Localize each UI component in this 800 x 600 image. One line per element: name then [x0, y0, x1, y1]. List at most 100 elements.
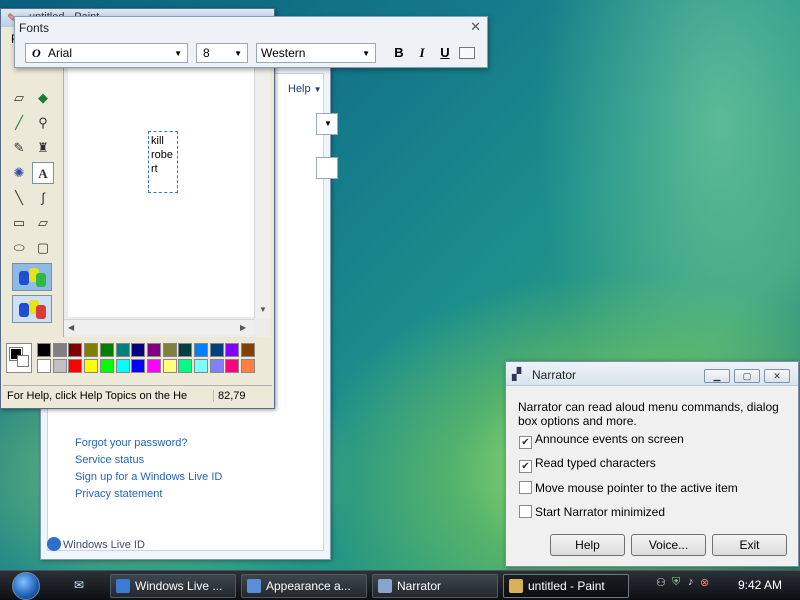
color-swatch[interactable]	[146, 343, 161, 357]
live-input-field[interactable]	[316, 157, 338, 179]
color-swatch[interactable]	[194, 359, 208, 373]
task-narrator[interactable]: Narrator	[372, 574, 498, 598]
network-icon[interactable]: ⚇	[656, 576, 666, 589]
voice-button[interactable]: Voice...	[631, 534, 706, 556]
minimize-button[interactable]: ▁	[704, 369, 730, 383]
task-paint[interactable]: untitled - Paint	[503, 574, 629, 598]
color-swatch[interactable]	[37, 359, 51, 373]
opaque-mode-icon[interactable]	[12, 263, 52, 291]
canvas-area: kill robe rt ▼ ◀ ▶	[63, 61, 270, 337]
color-swatch[interactable]	[68, 359, 83, 373]
task-label: Appearance a...	[266, 579, 351, 593]
color-picker-icon[interactable]: ╱	[8, 112, 30, 134]
narrator-titlebar[interactable]: ▞ Narrator ▁ ▢ ✕	[506, 362, 798, 386]
checkbox[interactable]: ✔	[519, 436, 532, 449]
volume-icon[interactable]: ♪	[688, 576, 694, 588]
checkbox[interactable]	[519, 481, 532, 494]
color-swatch[interactable]	[52, 359, 67, 373]
script-select[interactable]: Western ▼	[256, 43, 376, 63]
color-swatch[interactable]	[241, 343, 256, 357]
color-swatch[interactable]	[225, 343, 240, 357]
color-swatch[interactable]	[84, 359, 99, 373]
color-swatch[interactable]	[99, 343, 114, 357]
color-swatch[interactable]	[99, 359, 114, 373]
close-button[interactable]: ✕	[764, 369, 790, 383]
rounded-rect-tool-icon[interactable]: ▢	[32, 237, 54, 259]
airbrush-icon[interactable]: ✺	[8, 162, 30, 184]
forgot-password-link[interactable]: Forgot your password?	[75, 437, 188, 449]
color-swatch[interactable]	[241, 359, 256, 373]
option-move-mouse-pointer[interactable]: Move mouse pointer to the active item	[519, 481, 738, 495]
pencil-icon[interactable]: ✎	[8, 137, 30, 159]
option-announce-events[interactable]: ✔ Announce events on screen	[519, 432, 684, 449]
color-swatch[interactable]	[162, 343, 177, 357]
quick-launch-icon[interactable]: ✉	[74, 578, 84, 592]
mode-shape-green	[36, 273, 46, 287]
scroll-right-icon[interactable]: ▶	[240, 323, 246, 332]
vertical-scrollbar[interactable]: ▼	[254, 61, 270, 319]
narrator-help-button[interactable]: Help	[550, 534, 625, 556]
canvas-text-box[interactable]: kill robe rt	[148, 131, 178, 193]
font-size-select[interactable]: 8 ▼	[196, 43, 248, 63]
font-name-select[interactable]: O Arial ▼	[25, 43, 188, 63]
windows-live-id-logo: Windows Live ID	[47, 537, 145, 551]
option-start-minimized[interactable]: Start Narrator minimized	[519, 505, 665, 519]
color-swatch[interactable]	[115, 359, 130, 373]
eraser-icon[interactable]: ▱	[8, 87, 30, 109]
color-swatch[interactable]	[209, 359, 224, 373]
curve-tool-icon[interactable]: ∫	[32, 187, 54, 209]
brush-icon[interactable]: ♜	[32, 137, 54, 159]
close-icon[interactable]: ✕	[470, 19, 481, 35]
color-swatch[interactable]	[115, 343, 130, 357]
line-tool-icon[interactable]: ╲	[8, 187, 30, 209]
warning-icon[interactable]: ⊗	[700, 576, 709, 589]
scroll-down-icon[interactable]: ▼	[259, 305, 267, 314]
horizontal-scrollbar[interactable]: ◀ ▶	[64, 319, 254, 335]
color-swatch[interactable]	[178, 359, 193, 373]
magnifier-icon[interactable]: ⚲	[32, 112, 54, 134]
color-swatch[interactable]	[194, 343, 208, 357]
color-swatch[interactable]	[131, 343, 146, 357]
color-swatch[interactable]	[37, 343, 51, 357]
color-swatch[interactable]	[68, 343, 83, 357]
color-swatch[interactable]	[131, 359, 146, 373]
bold-button[interactable]: B	[389, 44, 409, 62]
task-appearance[interactable]: Appearance a...	[241, 574, 367, 598]
checkbox[interactable]: ✔	[519, 460, 532, 473]
live-help-menu[interactable]: Help ▼	[288, 83, 322, 95]
drawing-canvas[interactable]: kill robe rt	[68, 61, 254, 317]
sign-up-link[interactable]: Sign up for a Windows Live ID	[75, 471, 222, 483]
start-button[interactable]	[12, 572, 40, 600]
service-status-link[interactable]: Service status	[75, 454, 144, 466]
color-swatch[interactable]	[225, 359, 240, 373]
restore-button[interactable]: ▢	[734, 369, 760, 383]
transparent-mode-icon[interactable]	[12, 295, 52, 323]
opentype-font-icon: O	[32, 46, 41, 60]
vertical-text-icon[interactable]	[459, 47, 475, 59]
scroll-left-icon[interactable]: ◀	[68, 323, 74, 332]
color-swatch[interactable]	[146, 359, 161, 373]
color-swatch[interactable]	[162, 359, 177, 373]
color-swatch[interactable]	[209, 343, 224, 357]
privacy-statement-link[interactable]: Privacy statement	[75, 488, 162, 500]
color-swatch[interactable]	[52, 343, 67, 357]
text-tool-icon[interactable]: A	[32, 162, 54, 184]
color-swatch[interactable]	[84, 343, 99, 357]
ellipse-tool-icon[interactable]: ⬭	[8, 237, 30, 259]
exit-button[interactable]: Exit	[712, 534, 787, 556]
live-dropdown[interactable]: ▼	[316, 113, 338, 135]
checkbox[interactable]	[519, 505, 532, 518]
security-icon[interactable]: ⛨	[672, 576, 680, 589]
polygon-tool-icon[interactable]: ▱	[32, 212, 54, 234]
chevron-down-icon: ▼	[174, 49, 182, 58]
underline-button[interactable]: U	[435, 44, 455, 62]
color-swatch[interactable]	[178, 343, 193, 357]
italic-button[interactable]: I	[412, 44, 432, 62]
fill-bucket-icon[interactable]: ◆	[32, 87, 54, 109]
task-windows-live[interactable]: Windows Live ...	[110, 574, 236, 598]
paint-toolbox: ▱ ◆ ╱ ⚲ ✎ ♜ ✺ A ╲ ∫ ▭ ▱ ⬭ ▢	[4, 61, 58, 331]
clock[interactable]: 9:42 AM	[738, 578, 782, 592]
rectangle-tool-icon[interactable]: ▭	[8, 212, 30, 234]
mode-shape-blue	[19, 271, 29, 285]
option-read-typed-characters[interactable]: ✔ Read typed characters	[519, 456, 656, 473]
